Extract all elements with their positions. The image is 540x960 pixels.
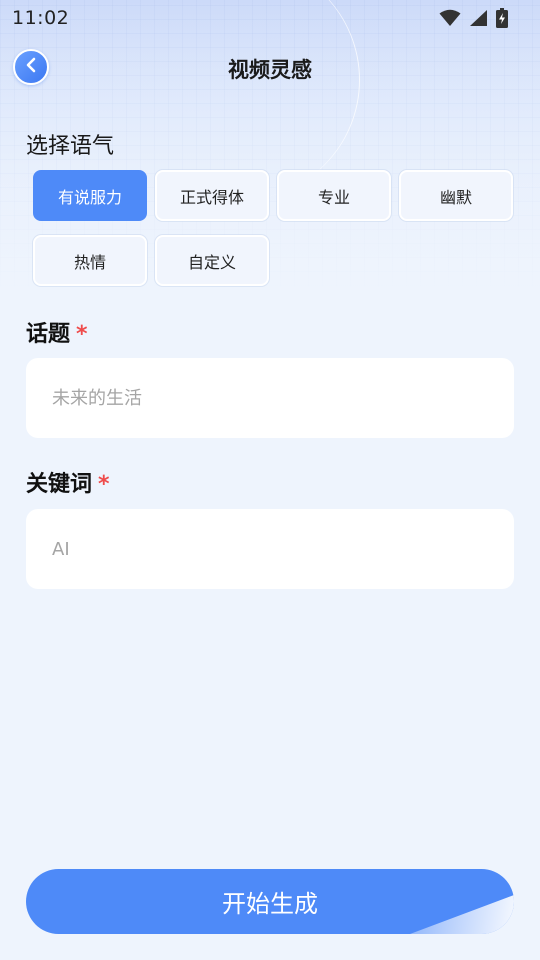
tone-option-formal[interactable]: 正式得体 <box>155 170 269 221</box>
tone-section-label: 选择语气 <box>26 134 115 159</box>
tone-option-persuasive[interactable]: 有说服力 <box>33 170 147 221</box>
topic-input[interactable] <box>52 387 482 409</box>
button-sheen <box>410 895 514 934</box>
keywords-field[interactable] <box>26 509 514 589</box>
required-mark: * <box>76 322 88 347</box>
tone-option-enthusiastic[interactable]: 热情 <box>33 235 147 286</box>
keywords-input[interactable] <box>52 538 482 560</box>
topic-label-text: 话题 <box>26 322 71 347</box>
required-mark: * <box>98 472 110 497</box>
cellular-signal-icon <box>469 9 488 27</box>
wifi-icon <box>439 9 461 27</box>
generate-button[interactable]: 开始生成 <box>26 869 514 934</box>
tone-option-professional[interactable]: 专业 <box>277 170 391 221</box>
tone-option-humorous[interactable]: 幽默 <box>399 170 513 221</box>
battery-charging-icon <box>496 8 508 28</box>
keywords-label: 关键词 * <box>26 466 110 498</box>
app-header: 视频灵感 <box>0 44 540 92</box>
topic-label: 话题 * <box>26 316 88 348</box>
status-time: 11:02 <box>12 7 70 29</box>
keywords-label-text: 关键词 <box>26 472 93 497</box>
status-bar: 11:02 <box>0 0 540 36</box>
status-icons <box>439 8 508 28</box>
topic-field[interactable] <box>26 358 514 438</box>
generate-button-label: 开始生成 <box>222 891 318 918</box>
page-title: 视频灵感 <box>228 58 312 82</box>
tone-option-custom[interactable]: 自定义 <box>155 235 269 286</box>
